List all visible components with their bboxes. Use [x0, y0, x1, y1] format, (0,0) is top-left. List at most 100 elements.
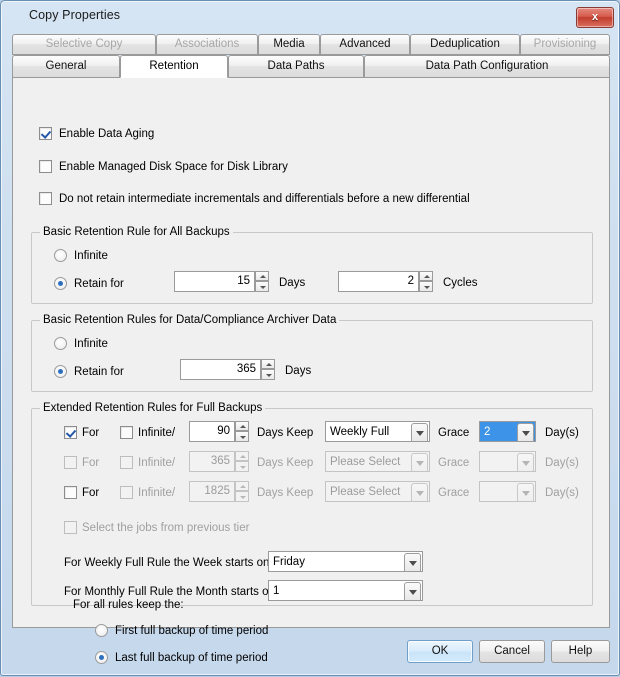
- spin-down-icon[interactable]: [255, 281, 269, 292]
- extended-row1-for-checkbox[interactable]: [64, 426, 77, 439]
- extended-row3-grace-label: Grace: [438, 487, 469, 500]
- archiver-retention-group: Basic Retention Rules for Data/Complianc…: [31, 320, 593, 392]
- tab-deduplication[interactable]: Deduplication: [410, 34, 520, 55]
- enable-data-aging-label: Enable Data Aging: [59, 128, 154, 141]
- retention-tab-content: Enable Data Aging Enable Managed Disk Sp…: [12, 77, 610, 628]
- chevron-down-icon[interactable]: [411, 423, 428, 442]
- extended-row1-days-spinner[interactable]: 90: [189, 421, 249, 442]
- dialog-window: Copy Properties x Selective Copy Associa…: [0, 0, 620, 676]
- tab-data-paths[interactable]: Data Paths: [228, 55, 364, 78]
- archiver-retention-group-title: Basic Retention Rules for Data/Complianc…: [40, 314, 339, 326]
- spin-down-icon[interactable]: [261, 369, 275, 380]
- basic-retention-days-spinner[interactable]: 15: [174, 271, 269, 292]
- tab-selective-copy[interactable]: Selective Copy: [12, 34, 156, 55]
- tab-retention[interactable]: Retention: [120, 55, 228, 78]
- tab-associations[interactable]: Associations: [156, 34, 258, 55]
- extended-row3-days-value[interactable]: 1825: [189, 481, 235, 502]
- cancel-button[interactable]: Cancel: [479, 640, 545, 663]
- extended-row1-infinite-checkbox[interactable]: [120, 426, 133, 439]
- keep-the-label: For all rules keep the:: [73, 599, 184, 612]
- basic-retention-cycles-value[interactable]: 2: [338, 271, 419, 292]
- enable-managed-disk-space-label: Enable Managed Disk Space for Disk Libra…: [59, 161, 288, 174]
- basic-retention-cycles-spinner[interactable]: 2: [338, 271, 433, 292]
- extended-row3-keep-combo[interactable]: Please Select: [325, 481, 430, 502]
- chevron-down-icon[interactable]: [517, 453, 534, 472]
- chevron-down-icon[interactable]: [411, 453, 428, 472]
- spin-up-icon[interactable]: [235, 451, 249, 461]
- basic-retention-days-value[interactable]: 15: [174, 271, 255, 292]
- extended-row3-grace-combo[interactable]: [479, 481, 536, 502]
- extended-row2-keep-value: Please Select: [330, 452, 409, 472]
- chevron-down-icon[interactable]: [404, 553, 421, 572]
- ok-button[interactable]: OK: [407, 640, 473, 663]
- chevron-down-icon[interactable]: [517, 423, 534, 442]
- extended-row2-for-checkbox[interactable]: [64, 456, 77, 469]
- tab-provisioning[interactable]: Provisioning: [520, 34, 610, 55]
- extended-row2-days-unit-label: Day(s): [545, 457, 579, 470]
- extended-row2-days-keep-label: Days Keep: [257, 457, 313, 470]
- extended-row1-infinite-label: Infinite/: [138, 427, 175, 440]
- week-starts-on-combo[interactable]: Friday: [268, 551, 423, 572]
- chevron-down-icon[interactable]: [404, 582, 421, 601]
- select-previous-tier-label: Select the jobs from previous tier: [82, 522, 249, 535]
- archiver-retention-days-spinner[interactable]: 365: [180, 359, 275, 380]
- extended-row2-days-value[interactable]: 365: [189, 451, 235, 472]
- extended-row1-for-label: For: [82, 427, 99, 440]
- spin-down-icon[interactable]: [235, 431, 249, 442]
- archiver-retention-days-spin-buttons: [261, 359, 275, 380]
- dialog-footer: OK Cancel Help: [1, 628, 620, 677]
- enable-managed-disk-space-checkbox[interactable]: [39, 160, 52, 173]
- tab-advanced[interactable]: Advanced: [320, 34, 410, 55]
- basic-retention-cycles-unit-label: Cycles: [443, 277, 478, 290]
- spin-up-icon[interactable]: [255, 271, 269, 281]
- do-not-retain-checkbox[interactable]: [39, 192, 52, 205]
- basic-retention-retain-label: Retain for: [74, 278, 124, 291]
- spin-up-icon[interactable]: [235, 481, 249, 491]
- chevron-down-icon[interactable]: [411, 483, 428, 502]
- tab-data-path-configuration[interactable]: Data Path Configuration: [364, 55, 610, 78]
- do-not-retain-label: Do not retain intermediate incrementals …: [59, 193, 470, 206]
- spin-down-icon[interactable]: [419, 281, 433, 292]
- tab-media[interactable]: Media: [258, 34, 320, 55]
- extended-row3-for-label: For: [82, 487, 99, 500]
- basic-retention-retain-radio[interactable]: [54, 277, 67, 290]
- extended-row1-grace-combo[interactable]: 2: [479, 421, 536, 442]
- spin-down-icon[interactable]: [235, 461, 249, 472]
- window-title: Copy Properties: [29, 8, 120, 22]
- month-starts-on-value: 1: [273, 581, 402, 601]
- archiver-retention-infinite-radio[interactable]: [54, 337, 67, 350]
- extended-row2-days-spinner[interactable]: 365: [189, 451, 249, 472]
- extended-row2-for-label: For: [82, 457, 99, 470]
- spin-down-icon[interactable]: [235, 491, 249, 502]
- archiver-retention-days-value[interactable]: 365: [180, 359, 261, 380]
- extended-row1-keep-combo[interactable]: Weekly Full: [325, 421, 430, 442]
- extended-row2-grace-combo[interactable]: [479, 451, 536, 472]
- extended-row3-days-spinner[interactable]: 1825: [189, 481, 249, 502]
- archiver-retention-retain-radio[interactable]: [54, 365, 67, 378]
- extended-row1-days-value[interactable]: 90: [189, 421, 235, 442]
- extended-row2-infinite-checkbox[interactable]: [120, 456, 133, 469]
- enable-data-aging-checkbox[interactable]: [39, 127, 52, 140]
- tab-general[interactable]: General: [12, 55, 120, 78]
- tab-panel: Selective Copy Associations Media Advanc…: [12, 34, 610, 628]
- spin-up-icon[interactable]: [235, 421, 249, 431]
- chevron-down-icon[interactable]: [517, 483, 534, 502]
- extended-row2-keep-combo[interactable]: Please Select: [325, 451, 430, 472]
- basic-retention-days-unit-label: Days: [279, 277, 305, 290]
- extended-row2-grace-label: Grace: [438, 457, 469, 470]
- spin-up-icon[interactable]: [261, 359, 275, 369]
- spin-up-icon[interactable]: [419, 271, 433, 281]
- extended-row3-for-checkbox[interactable]: [64, 486, 77, 499]
- extended-row2-infinite-label: Infinite/: [138, 457, 175, 470]
- select-previous-tier-checkbox[interactable]: [64, 521, 77, 534]
- basic-retention-group: Basic Retention Rule for All Backups Inf…: [31, 232, 593, 304]
- month-starts-on-label: For Monthly Full Rule the Month starts o…: [64, 586, 278, 599]
- extended-row2-grace-value: [484, 452, 515, 472]
- help-button[interactable]: Help: [551, 640, 610, 663]
- basic-retention-infinite-radio[interactable]: [54, 249, 67, 262]
- extended-row1-grace-label: Grace: [438, 427, 469, 440]
- month-starts-on-combo[interactable]: 1: [268, 580, 423, 601]
- close-button[interactable]: x: [576, 7, 614, 28]
- week-starts-on-label: For Weekly Full Rule the Week starts on:: [64, 557, 273, 570]
- extended-row3-infinite-checkbox[interactable]: [120, 486, 133, 499]
